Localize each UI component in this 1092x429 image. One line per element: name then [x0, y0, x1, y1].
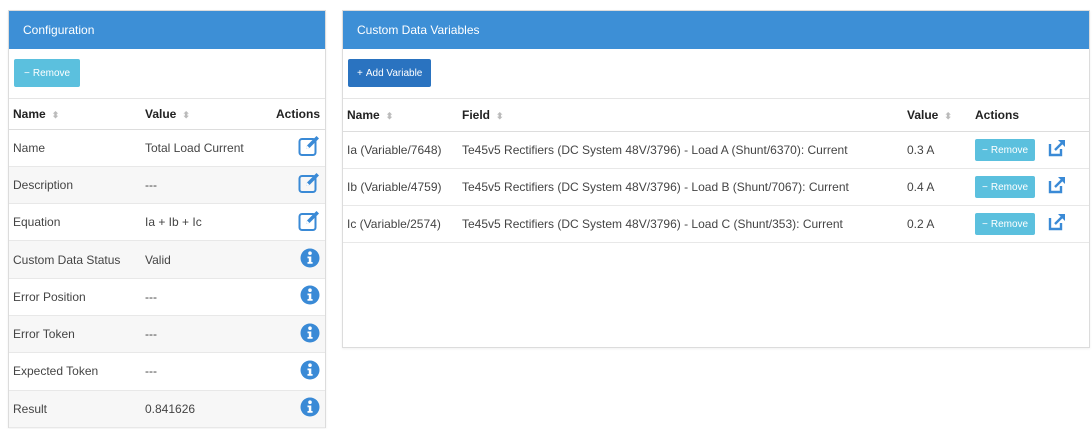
custom-data-variables-header: Custom Data Variables: [343, 11, 1089, 49]
minus-icon: −: [982, 144, 988, 156]
edit-icon[interactable]: [298, 135, 320, 160]
remove-variable-button[interactable]: − Remove: [975, 139, 1036, 162]
configuration-table: Name ⬍ Value ⬍ Actions Name Total Load Curr…: [9, 99, 325, 428]
config-name: Description: [9, 166, 140, 205]
configuration-row: Error Token ---: [9, 315, 325, 354]
configuration-row: Result 0.841626: [9, 390, 325, 428]
external-link-icon[interactable]: [1047, 212, 1067, 235]
variable-name: Ib (Variable/4759): [343, 168, 455, 206]
variables-table-header: Name ⬍ Field ⬍ Value ⬍ Actions: [343, 99, 1089, 132]
config-value: Ia + Ib + Ic: [140, 203, 262, 242]
sort-icon: ⬍: [385, 110, 394, 121]
info-icon[interactable]: [300, 323, 320, 346]
custom-data-variables-panel: Custom Data Variables + Add Variable Name…: [342, 10, 1090, 348]
config-value: ---: [140, 278, 262, 316]
info-icon[interactable]: [300, 285, 320, 308]
sort-icon: ⬍: [496, 110, 504, 121]
edit-icon[interactable]: [298, 172, 320, 197]
variable-field: Te45v5 Rectifiers (DC System 48V/3796) -…: [455, 205, 903, 243]
column-header-actions: Actions: [973, 99, 1089, 132]
minus-icon: −: [982, 181, 988, 193]
configuration-row: Custom Data Status Valid: [9, 240, 325, 279]
sort-icon: ⬍: [944, 110, 952, 121]
external-link-icon[interactable]: [1047, 175, 1067, 198]
configuration-toolbar: − Remove: [9, 49, 325, 99]
configuration-header: Configuration: [9, 11, 325, 49]
remove-variable-button[interactable]: − Remove: [975, 176, 1036, 199]
column-header-field[interactable]: Field ⬍: [455, 99, 903, 132]
variable-value: 0.2 A: [903, 205, 973, 243]
column-header-actions: Actions: [262, 99, 325, 130]
variable-value: 0.4 A: [903, 168, 973, 206]
sort-icon: ⬍: [51, 109, 60, 120]
variable-row: Ib (Variable/4759) Te45v5 Rectifiers (DC …: [343, 168, 1089, 206]
configuration-row: Name Total Load Current: [9, 129, 325, 167]
variable-field: Te45v5 Rectifiers (DC System 48V/3796) -…: [455, 131, 903, 169]
variables-toolbar: + Add Variable: [343, 49, 1089, 99]
configuration-panel: Configuration − Remove Name ⬍ Value ⬍ Actio…: [8, 10, 326, 428]
configuration-row: Description ---: [9, 166, 325, 205]
info-icon[interactable]: [300, 397, 320, 420]
configuration-table-header: Name ⬍ Value ⬍ Actions: [9, 99, 325, 130]
column-header-name[interactable]: Name ⬍: [343, 99, 455, 132]
variable-field: Te45v5 Rectifiers (DC System 48V/3796) -…: [455, 168, 903, 206]
config-value: Valid: [140, 240, 262, 279]
variable-row: Ia (Variable/7648) Te45v5 Rectifiers (DC …: [343, 131, 1089, 169]
edit-icon[interactable]: [298, 210, 320, 235]
minus-icon: −: [24, 67, 30, 79]
configuration-row: Error Position ---: [9, 278, 325, 316]
info-icon[interactable]: [300, 248, 320, 271]
config-name: Expected Token: [9, 352, 140, 391]
column-header-value[interactable]: Value ⬍: [140, 99, 262, 130]
variable-row: Ic (Variable/2574) Te45v5 Rectifiers (DC …: [343, 205, 1089, 243]
variable-value: 0.3 A: [903, 131, 973, 169]
config-value: ---: [140, 166, 262, 205]
config-name: Error Token: [9, 315, 140, 354]
sort-icon: ⬍: [182, 109, 190, 120]
configuration-row: Equation Ia + Ib + Ic: [9, 203, 325, 242]
config-name: Name: [9, 129, 140, 167]
info-icon[interactable]: [300, 360, 320, 383]
config-name: Equation: [9, 203, 140, 242]
config-value: 0.841626: [140, 390, 262, 428]
config-value: ---: [140, 315, 262, 354]
variables-table: Name ⬍ Field ⬍ Value ⬍ Actions Ia (Variable…: [343, 99, 1089, 243]
add-variable-button[interactable]: + Add Variable: [348, 59, 432, 87]
minus-icon: −: [982, 218, 988, 230]
variable-name: Ia (Variable/7648): [343, 131, 455, 169]
config-name: Result: [9, 390, 140, 428]
config-name: Custom Data Status: [9, 240, 140, 279]
remove-configuration-button[interactable]: − Remove: [14, 59, 81, 87]
column-header-value[interactable]: Value ⬍: [903, 99, 973, 132]
config-value: Total Load Current: [140, 129, 262, 167]
column-header-name[interactable]: Name ⬍: [9, 99, 140, 130]
config-name: Error Position: [9, 278, 140, 316]
external-link-icon[interactable]: [1047, 138, 1067, 161]
config-value: ---: [140, 352, 262, 391]
plus-icon: +: [357, 67, 363, 79]
remove-variable-button[interactable]: − Remove: [975, 213, 1036, 236]
configuration-row: Expected Token ---: [9, 352, 325, 391]
variable-name: Ic (Variable/2574): [343, 205, 455, 243]
